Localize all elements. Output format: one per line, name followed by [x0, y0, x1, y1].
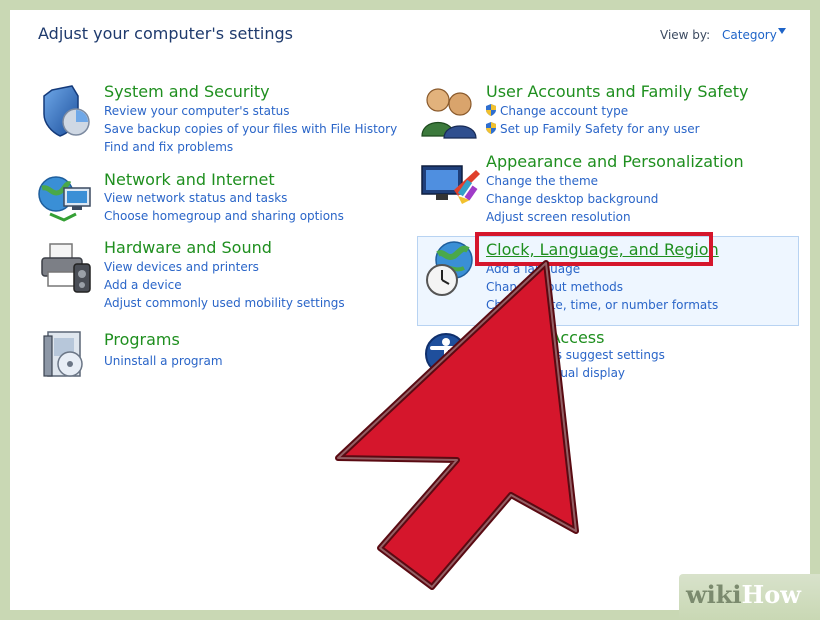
wikihow-watermark: wikiHow	[686, 580, 801, 609]
pointer-arrow-icon	[335, 260, 579, 590]
watermark-wiki: wiki	[686, 580, 742, 609]
watermark-how: How	[741, 580, 801, 609]
